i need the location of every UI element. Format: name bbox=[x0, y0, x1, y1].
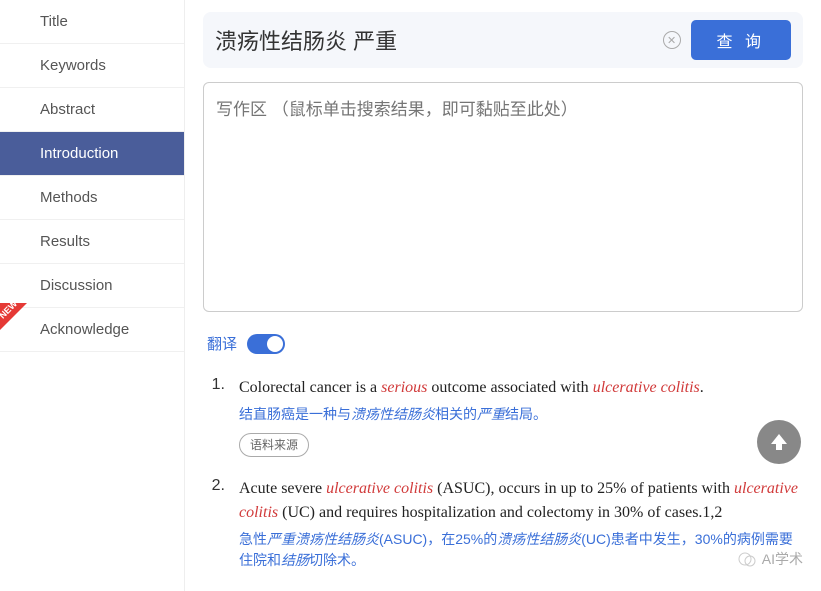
writing-area[interactable] bbox=[203, 82, 803, 312]
result-body: Acute severe ulcerative colitis (ASUC), … bbox=[239, 477, 803, 571]
source-button[interactable]: 语料来源 bbox=[239, 433, 309, 457]
search-bar: ✕ 查 询 bbox=[203, 12, 803, 68]
arrow-up-icon bbox=[767, 430, 791, 454]
sidebar-item-label: Methods bbox=[40, 189, 98, 206]
result-text: Acute severe ulcerative colitis (ASUC), … bbox=[239, 480, 798, 521]
clear-icon[interactable]: ✕ bbox=[663, 31, 681, 49]
sidebar-item-acknowledge[interactable]: NEW Acknowledge bbox=[0, 308, 184, 352]
result-translation: 急性严重溃疡性结肠炎(ASUC)，在25%的溃疡性结肠炎(UC)患者中发生，30… bbox=[239, 529, 803, 571]
result-item[interactable]: 1. Colorectal cancer is a serious outcom… bbox=[203, 376, 803, 457]
sidebar-item-label: Keywords bbox=[40, 57, 106, 74]
new-badge-icon: NEW bbox=[0, 303, 33, 345]
search-button[interactable]: 查 询 bbox=[691, 20, 791, 60]
result-number: 1. bbox=[207, 376, 225, 457]
translate-toggle-row: 翻译 bbox=[207, 333, 803, 354]
sidebar-item-introduction[interactable]: Introduction bbox=[0, 132, 184, 176]
sidebar-item-label: Results bbox=[40, 233, 90, 250]
search-input[interactable] bbox=[215, 27, 653, 53]
result-text: Colorectal cancer is a serious outcome a… bbox=[239, 379, 704, 396]
sidebar-item-methods[interactable]: Methods bbox=[0, 176, 184, 220]
sidebar-item-keywords[interactable]: Keywords bbox=[0, 44, 184, 88]
sidebar-item-label: Acknowledge bbox=[40, 321, 129, 338]
sidebar-item-label: Discussion bbox=[40, 277, 113, 294]
sidebar-item-label: Abstract bbox=[40, 101, 95, 118]
main-content: ✕ 查 询 翻译 1. Colorectal cancer is a serio… bbox=[185, 0, 821, 591]
sidebar-item-label: Title bbox=[40, 13, 68, 30]
result-number: 2. bbox=[207, 477, 225, 571]
footer-tag: AI学术 bbox=[738, 549, 803, 569]
translate-label: 翻译 bbox=[207, 333, 237, 354]
wechat-icon bbox=[738, 550, 756, 568]
sidebar-item-discussion[interactable]: Discussion bbox=[0, 264, 184, 308]
result-item[interactable]: 2. Acute severe ulcerative colitis (ASUC… bbox=[203, 477, 803, 571]
translate-toggle[interactable] bbox=[247, 334, 285, 354]
scroll-top-button[interactable] bbox=[757, 420, 801, 464]
result-body: Colorectal cancer is a serious outcome a… bbox=[239, 376, 803, 457]
sidebar-item-label: Introduction bbox=[40, 145, 118, 162]
sidebar-item-abstract[interactable]: Abstract bbox=[0, 88, 184, 132]
sidebar-item-title[interactable]: Title bbox=[0, 0, 184, 44]
result-translation: 结直肠癌是一种与溃疡性结肠炎相关的严重结局。 bbox=[239, 404, 803, 425]
sidebar-item-results[interactable]: Results bbox=[0, 220, 184, 264]
sidebar: Title Keywords Abstract Introduction Met… bbox=[0, 0, 185, 591]
